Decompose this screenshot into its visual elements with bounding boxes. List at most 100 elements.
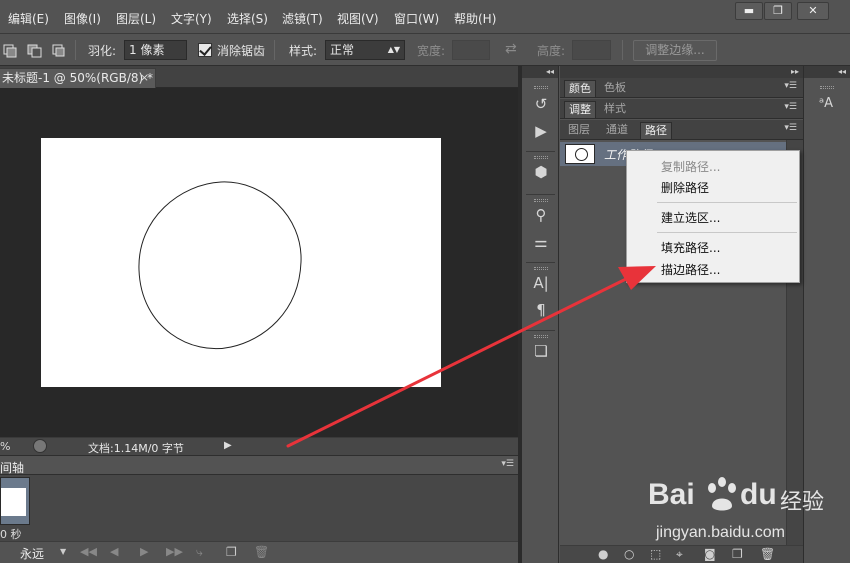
loop-dropdown-icon[interactable]: ▼ (60, 547, 66, 556)
width-label: 宽度: (417, 44, 446, 58)
grip-icon[interactable] (534, 267, 548, 270)
menu-stroke-path[interactable]: 描边路径... (661, 261, 720, 278)
antialias-checkbox[interactable] (198, 43, 212, 57)
column-separator (526, 151, 555, 152)
path-context-menu: 复制路径... 删除路径 建立选区... 填充路径... 描边路径... (626, 150, 800, 283)
grip-icon[interactable] (820, 86, 834, 89)
column-separator (526, 330, 555, 331)
document-tab-title: 未标题-1 @ 50%(RGB/8) * (2, 71, 153, 85)
timeline-title[interactable]: 间轴 (0, 459, 24, 476)
selection-mode-icons[interactable] (3, 43, 65, 59)
tween-icon[interactable]: ⤷ (196, 545, 203, 560)
menu-window[interactable]: 窗口(W) (394, 10, 439, 27)
grip-icon[interactable] (534, 86, 548, 89)
options-separator (75, 40, 76, 60)
options-separator (274, 40, 275, 60)
grip-icon[interactable] (534, 199, 548, 202)
grip-icon[interactable] (534, 156, 548, 159)
play-arrow-icon[interactable]: ▶ (224, 440, 232, 451)
tab-adjustments[interactable]: 调整 (564, 101, 596, 118)
panel-menu-icon[interactable]: ▾☰ (501, 459, 514, 469)
frame-thumbnail[interactable] (0, 477, 30, 525)
color-panel-tabs: 颜色 色板 ▾☰ (560, 78, 803, 98)
feather-label: 羽化: (88, 44, 117, 58)
3d-cube-icon[interactable]: ⬢ (531, 162, 551, 182)
tab-layers[interactable]: 图层 (564, 122, 594, 139)
grip-icon[interactable] (534, 335, 548, 338)
menu-edit[interactable]: 编辑(E) (8, 10, 49, 27)
column-separator (526, 262, 555, 263)
menu-filter[interactable]: 滤镜(T) (282, 10, 323, 27)
tab-paths[interactable]: 路径 (640, 122, 672, 139)
document-tab-bar: 未标题-1 @ 50%(RGB/8) * × (0, 66, 520, 88)
expand-arrows-icon[interactable]: ▸▸ (560, 66, 803, 78)
close-tab-icon[interactable]: × (140, 69, 149, 87)
menu-separator (657, 232, 797, 233)
minimize-button[interactable]: ▬ (735, 2, 763, 20)
play-icon[interactable]: ▶ (140, 545, 148, 558)
watermark-brand: Bai (648, 478, 695, 511)
canvas-area[interactable] (0, 88, 520, 437)
panel-menu-icon[interactable]: ▾☰ (784, 102, 797, 112)
menu-image[interactable]: 图像(I) (64, 10, 101, 27)
paragraph-styles-icon[interactable]: ❏ (531, 341, 551, 361)
prev-frame-icon[interactable]: ◀ (110, 545, 118, 558)
status-menu-icon[interactable] (33, 439, 47, 453)
menu-select[interactable]: 选择(S) (227, 10, 268, 27)
tab-color[interactable]: 颜色 (564, 80, 596, 97)
loop-select[interactable]: 永远 (20, 545, 44, 562)
adjustments-panel-tabs: 调整 样式 ▾☰ (560, 99, 803, 119)
menu-type[interactable]: 文字(Y) (171, 10, 212, 27)
options-separator (622, 40, 623, 60)
first-frame-icon[interactable]: ◀◀ (80, 545, 97, 558)
menu-make-selection[interactable]: 建立选区... (661, 209, 720, 226)
brush-presets-icon[interactable]: ⚲ (531, 205, 551, 225)
feather-input[interactable]: 1 像素 (124, 40, 187, 60)
close-window-button[interactable]: ✕ (797, 2, 829, 20)
menu-help[interactable]: 帮助(H) (454, 10, 496, 27)
menu-view[interactable]: 视图(V) (337, 10, 379, 27)
style-select[interactable]: 正常 ▲▼ (325, 40, 405, 60)
stroke-path-icon[interactable]: ○ (624, 547, 634, 561)
history-icon[interactable]: ↺ (531, 94, 551, 114)
width-input[interactable] (452, 40, 490, 60)
menu-layer[interactable]: 图层(L) (116, 10, 156, 27)
refine-edge-button[interactable]: 调整边缘... (633, 40, 717, 61)
circle-path (138, 181, 302, 350)
brush-settings-icon[interactable]: ⚌ (531, 232, 551, 252)
menu-delete-path[interactable]: 删除路径 (661, 179, 709, 196)
height-input[interactable] (572, 40, 611, 60)
tab-channels[interactable]: 通道 (602, 122, 632, 139)
document-canvas[interactable] (41, 138, 441, 387)
menu-separator (657, 202, 797, 203)
actions-play-icon[interactable]: ▶ (531, 121, 551, 141)
paragraph-icon[interactable]: ¶ (531, 300, 551, 320)
next-frame-icon[interactable]: ▶▶ (166, 545, 183, 558)
menu-duplicate-path[interactable]: 复制路径... (661, 158, 720, 175)
swap-icon[interactable]: ⇄ (505, 41, 517, 57)
status-bar: % 文档:1.14M/0 字节 ▶ (0, 437, 520, 455)
tab-styles[interactable]: 样式 (600, 101, 630, 118)
timeline-header: 间轴 ▾☰ (0, 455, 520, 475)
baidu-paw-icon (708, 477, 736, 511)
delete-frame-icon[interactable]: 🗑 (254, 545, 269, 559)
tab-swatches[interactable]: 色板 (600, 80, 630, 97)
timeline-body: 0 秒 (0, 475, 520, 541)
document-info: 文档:1.14M/0 字节 (88, 442, 184, 455)
maximize-button[interactable]: ❐ (764, 2, 792, 20)
collapse-arrows-icon[interactable]: ◂◂ (522, 66, 558, 78)
options-bar: 羽化: 1 像素 消除锯齿 样式: 正常 ▲▼ 宽度: ⇄ 高度: 调整边缘..… (0, 34, 850, 66)
panel-icon-column: ◂◂ ↺ ▶ ⬢ ⚲ ⚌ A| ¶ ❏ (522, 66, 559, 563)
new-frame-icon[interactable]: ❐ (226, 545, 237, 559)
collapse-arrows-icon[interactable]: ◂◂ (804, 66, 850, 78)
document-tab[interactable]: 未标题-1 @ 50%(RGB/8) * × (0, 68, 156, 88)
watermark-tagline: 经验 (780, 490, 825, 515)
menu-fill-path[interactable]: 填充路径... (661, 239, 720, 256)
panel-menu-icon[interactable]: ▾☰ (784, 81, 797, 91)
character-styles-icon[interactable]: ᵃA (816, 94, 836, 114)
frame-delay[interactable]: 0 秒 (0, 526, 22, 542)
fill-path-icon[interactable]: ● (598, 547, 608, 561)
zoom-level[interactable]: % (0, 440, 10, 453)
character-icon[interactable]: A| (531, 273, 551, 293)
panel-menu-icon[interactable]: ▾☰ (784, 123, 797, 133)
